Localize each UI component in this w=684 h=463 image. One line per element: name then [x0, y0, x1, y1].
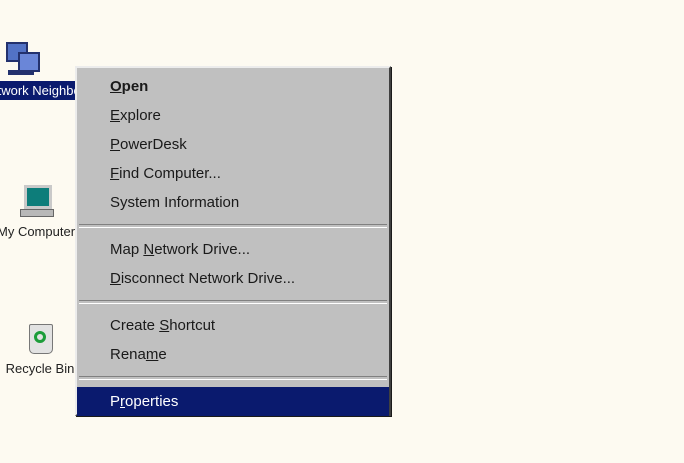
menu-item-map-network-drive[interactable]: Map Network Drive... — [77, 235, 389, 264]
menu-separator — [79, 376, 387, 380]
desktop-icon-recycle-bin[interactable]: Recycle Bin — [0, 320, 82, 378]
recycle-bin-icon — [22, 320, 58, 356]
desktop: Network Neighborhood My Computer Recycle… — [0, 0, 684, 463]
desktop-icon-label: Recycle Bin — [5, 361, 75, 376]
menu-item-rename[interactable]: Rename — [77, 340, 389, 369]
menu-item-disconnect-network-drive[interactable]: Disconnect Network Drive... — [77, 264, 389, 293]
menu-separator — [79, 224, 387, 228]
desktop-icon-my-computer[interactable]: My Computer — [0, 183, 78, 241]
my-computer-icon — [18, 183, 54, 219]
network-neighborhood-icon — [2, 42, 40, 78]
menu-item-system-information[interactable]: System Information — [77, 188, 389, 217]
context-menu: Open Explore PowerDesk Find Computer... … — [75, 66, 391, 416]
desktop-icon-label: My Computer — [0, 224, 76, 239]
menu-separator — [79, 300, 387, 304]
menu-item-open[interactable]: Open — [77, 72, 389, 101]
menu-item-create-shortcut[interactable]: Create Shortcut — [77, 311, 389, 340]
menu-item-powerdesk[interactable]: PowerDesk — [77, 130, 389, 159]
menu-item-find-computer[interactable]: Find Computer... — [77, 159, 389, 188]
desktop-icon-network-neighborhood[interactable]: Network Neighborhood — [0, 42, 117, 100]
menu-item-explore[interactable]: Explore — [77, 101, 389, 130]
menu-item-properties[interactable]: Properties — [77, 387, 389, 416]
